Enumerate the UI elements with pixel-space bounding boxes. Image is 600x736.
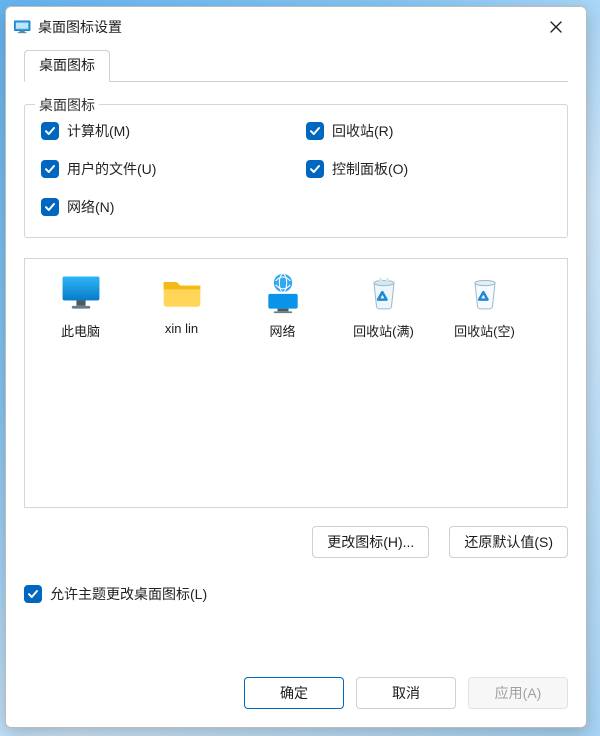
button-label: 应用(A): [495, 683, 542, 703]
icon-caption: 回收站(满): [353, 321, 414, 340]
icon-recycle-empty[interactable]: 回收站(空): [437, 271, 532, 340]
checkbox-recycle-bin[interactable]: 回收站(R): [306, 121, 551, 141]
app-icon: [14, 20, 32, 34]
icon-caption: xin lin: [165, 321, 198, 336]
recycle-bin-full-icon: [362, 271, 406, 315]
icon-caption: 回收站(空): [454, 321, 515, 340]
checkmark-icon: [41, 122, 59, 140]
tabstrip: 桌面图标: [24, 51, 568, 82]
icon-caption: 此电脑: [61, 321, 100, 340]
restore-default-button[interactable]: 还原默认值(S): [449, 526, 568, 558]
checkbox-computer[interactable]: 计算机(M): [41, 121, 286, 141]
checkmark-icon: [24, 585, 42, 603]
group-desktop-icons: 桌面图标 计算机(M) 回收站(R): [24, 104, 568, 238]
checkbox-label: 计算机(M): [67, 121, 130, 141]
client-area: 桌面图标 桌面图标 计算机(M) 回收站(R): [6, 47, 586, 727]
checkbox-label: 用户的文件(U): [67, 159, 156, 179]
ok-button[interactable]: 确定: [244, 677, 344, 709]
checkbox-control-panel[interactable]: 控制面板(O): [306, 159, 551, 179]
button-label: 取消: [392, 683, 420, 703]
icon-recycle-full[interactable]: 回收站(满): [336, 271, 431, 340]
checkbox-user-files[interactable]: 用户的文件(U): [41, 159, 286, 179]
apply-button[interactable]: 应用(A): [468, 677, 568, 709]
folder-icon: [160, 271, 204, 315]
checkmark-icon: [41, 198, 59, 216]
checkbox-label: 控制面板(O): [332, 159, 408, 179]
checkbox-label: 回收站(R): [332, 121, 393, 141]
checkmark-icon: [41, 160, 59, 178]
network-icon: [261, 271, 305, 315]
tab-desktop-icons[interactable]: 桌面图标: [24, 50, 110, 82]
icon-user-folder[interactable]: xin lin: [134, 271, 229, 336]
dialog-window: 桌面图标设置 桌面图标 桌面图标 计算机(M): [5, 6, 587, 728]
button-label: 还原默认值(S): [464, 532, 553, 552]
button-label: 更改图标(H)...: [327, 532, 414, 552]
checkmark-icon: [306, 122, 324, 140]
recycle-bin-empty-icon: [463, 271, 507, 315]
tab-label: 桌面图标: [39, 57, 95, 73]
checkbox-allow-themes[interactable]: 允许主题更改桌面图标(L): [24, 584, 568, 604]
titlebar: 桌面图标设置: [6, 7, 586, 47]
change-icon-button[interactable]: 更改图标(H)...: [312, 526, 429, 558]
close-icon: [550, 21, 562, 33]
icon-caption: 网络: [269, 321, 295, 340]
window-title: 桌面图标设置: [38, 17, 122, 37]
close-button[interactable]: [532, 11, 580, 43]
monitor-icon: [59, 271, 103, 315]
icon-preview-list[interactable]: 此电脑 xin lin: [24, 258, 568, 508]
checkbox-network[interactable]: 网络(N): [41, 197, 286, 217]
cancel-button[interactable]: 取消: [356, 677, 456, 709]
button-label: 确定: [280, 683, 308, 703]
icon-network[interactable]: 网络: [235, 271, 330, 340]
group-title: 桌面图标: [35, 95, 99, 115]
checkbox-label: 允许主题更改桌面图标(L): [50, 584, 207, 604]
checkmark-icon: [306, 160, 324, 178]
checkbox-label: 网络(N): [67, 197, 114, 217]
icon-this-pc[interactable]: 此电脑: [33, 271, 128, 340]
